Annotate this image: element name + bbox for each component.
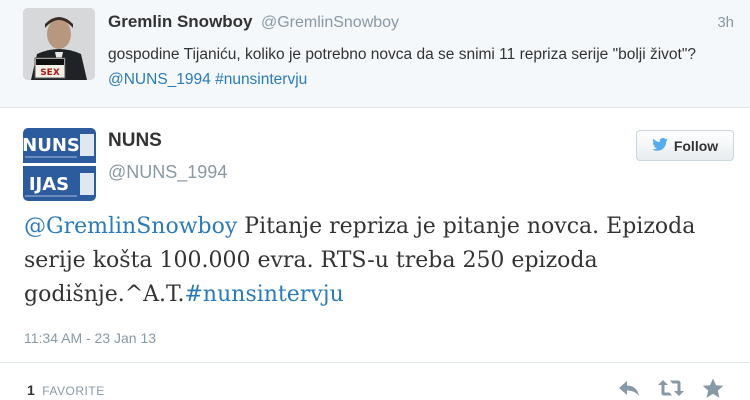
ijas-logo-text: IJAS [29, 174, 69, 195]
twitter-bird-icon [652, 137, 668, 154]
tweet-author-handle[interactable]: @NUNS_1994 [108, 162, 227, 183]
reply-hashtag-link[interactable]: #nunsintervju [215, 71, 307, 88]
reply-avatar-sign: SEX [40, 68, 60, 78]
retweet-icon[interactable] [657, 376, 685, 400]
reply-author-handle[interactable]: @GremlinSnowboy [261, 14, 399, 31]
favorites-label[interactable]: FAVORITE [42, 384, 104, 398]
favorite-star-icon[interactable] [699, 376, 727, 400]
reply-header: Gremlin Snowboy @GremlinSnowboy [108, 12, 399, 32]
follow-button[interactable]: Follow [636, 130, 734, 161]
reply-text: gospodine Tijaniću, koliko je potrebno n… [108, 42, 718, 92]
stats-divider [0, 362, 750, 363]
nuns-avatar[interactable]: NUNS IJAS [23, 128, 96, 201]
tweet-text: @GremlinSnowboy Pitanje repriza je pitan… [24, 210, 724, 312]
reply-avatar[interactable]: SEX [23, 8, 95, 80]
favorites-count[interactable]: 1 [27, 382, 35, 398]
reply-mention-link[interactable]: @NUNS_1994 [108, 71, 211, 88]
reply-timestamp[interactable]: 3h [717, 14, 734, 31]
tweet-mention-link[interactable]: @GremlinSnowboy [24, 214, 237, 239]
tweet-actions [615, 376, 727, 400]
tweet-timestamp[interactable]: 11:34 AM - 23 Jan 13 [24, 330, 156, 346]
reply-tweet: SEX Gremlin Snowboy @GremlinSnowboy 3h g… [0, 0, 750, 108]
tweet-stats: 1 FAVORITE [27, 382, 105, 400]
reply-text-body: gospodine Tijaniću, koliko je potrebno n… [108, 46, 696, 63]
tweet-hashtag-link[interactable]: #nunsintervju [185, 282, 344, 307]
follow-button-label: Follow [673, 137, 719, 154]
reply-author-name[interactable]: Gremlin Snowboy [108, 12, 253, 31]
tweet-author-name[interactable]: NUNS [108, 130, 162, 152]
nuns-logo-text: NUNS [23, 135, 80, 156]
reply-icon[interactable] [615, 376, 643, 400]
